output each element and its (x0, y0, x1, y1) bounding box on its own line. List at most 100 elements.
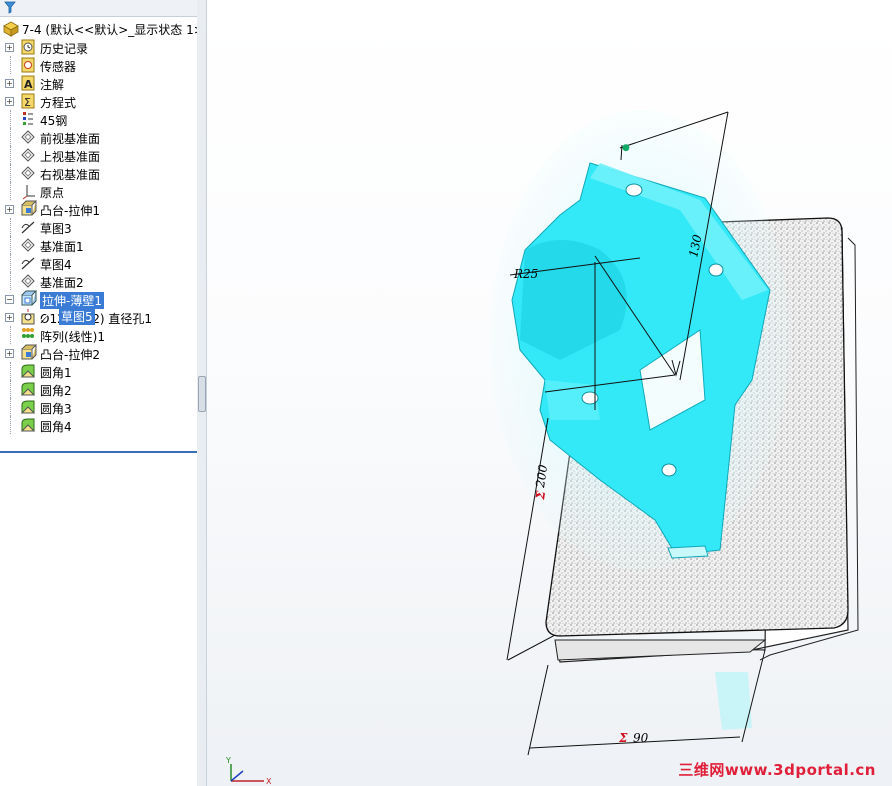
part-root-node[interactable]: 7-4 (默认<<默认>_显示状态 1> (2, 20, 204, 38)
tree-guide-line (10, 146, 11, 164)
tree-guide-line (10, 110, 11, 128)
tree-filter-bar (0, 0, 197, 17)
dim-r25[interactable]: R25 (513, 267, 538, 281)
tree-item[interactable]: + 凸台-拉伸1 (0, 200, 196, 218)
sketch-icon (38, 306, 56, 324)
tree-item[interactable]: 基准面1 (0, 236, 196, 254)
tree-item-label: 上视基准面 (40, 150, 101, 164)
graphics-viewport[interactable]: ● R25 130 Σ 200 Σ 90 Y X 三维网www.3dportal… (207, 0, 892, 786)
tree-item[interactable]: 前视基准面 (0, 128, 196, 146)
panel-splitter[interactable] (197, 0, 207, 786)
tree-guide-line (10, 326, 11, 344)
sketch-icon (19, 218, 37, 236)
watermark-text: 三维网www.3dportal.cn (678, 761, 876, 779)
tree-item-label: 基准面2 (40, 276, 84, 290)
plane-icon (19, 272, 37, 290)
history-icon (19, 38, 37, 56)
tree-item[interactable]: 原点 (0, 182, 196, 200)
tree-guide-line (10, 272, 11, 290)
expand-icon[interactable]: + (5, 43, 14, 52)
tree-item-label: 注解 (40, 78, 65, 92)
tree-item[interactable]: 基准面2 (0, 272, 196, 290)
tree-item-label: 前视基准面 (40, 132, 101, 146)
linear-pattern-icon (19, 326, 37, 344)
bolt-hole[interactable] (581, 391, 599, 405)
tree-guide-line (10, 398, 11, 416)
axis-x-label: X (266, 777, 272, 786)
bolt-hole[interactable] (708, 263, 724, 277)
tree-item[interactable]: 阵列(线性)1 (0, 326, 196, 344)
tree-item[interactable]: 上视基准面 (0, 146, 196, 164)
plane-icon (19, 236, 37, 254)
expand-icon[interactable]: + (5, 205, 14, 214)
tree-item-label: 右视基准面 (40, 168, 101, 182)
tree-guide-line (10, 362, 11, 380)
tree-item-label: 传感器 (40, 60, 77, 74)
tree-rollback-bar[interactable] (0, 451, 197, 453)
tree-item-label: 阵列(线性)1 (40, 330, 105, 344)
tree-item[interactable]: 圆角4 (0, 416, 196, 434)
fillet-icon (19, 362, 37, 380)
tree-item-label: 圆角2 (40, 384, 72, 398)
tree-guide-line (10, 182, 11, 200)
sensor-icon (19, 56, 37, 74)
svg-text:A: A (24, 78, 33, 91)
tree-guide-line (10, 254, 11, 272)
tree-guide-line (10, 128, 11, 146)
equation-icon: Σ (19, 92, 37, 110)
tree-guide-line (10, 416, 11, 434)
tree-item[interactable]: + 凸台-拉伸2 (0, 344, 196, 362)
tree-item-label: 45钢 (40, 114, 68, 128)
plane-icon (19, 128, 37, 146)
hole-wizard-icon (19, 308, 37, 326)
tree-item-label: 历史记录 (40, 42, 89, 56)
tree-item-label: 圆角1 (40, 366, 72, 380)
tree-item-label: 凸台-拉伸1 (40, 204, 100, 218)
tree-item-label: 原点 (40, 186, 65, 200)
expand-icon[interactable]: + (5, 313, 14, 322)
tree-item[interactable]: + A 注解 (0, 74, 196, 92)
sketch-point-icon: ● (622, 143, 630, 153)
tree-item[interactable]: 圆角2 (0, 380, 196, 398)
plane-icon (19, 146, 37, 164)
tree-child-label: 草图5 (59, 308, 95, 325)
tree-item-label: 凸台-拉伸2 (40, 348, 100, 362)
tree-item[interactable]: + 历史记录 (0, 38, 196, 56)
boss-extrude-icon (19, 200, 38, 218)
dim-90[interactable]: 90 (633, 731, 649, 745)
feature-manager-tree: 7-4 (默认<<默认>_显示状态 1> + 历史记录传感器 + A 注解 + Σ 方程式 45… (0, 0, 204, 786)
splitter-grip-icon[interactable] (198, 376, 206, 412)
annotation-icon: A (19, 74, 37, 92)
filter-icon[interactable] (4, 1, 16, 17)
axis-triad: Y X (225, 756, 272, 786)
expand-icon[interactable]: + (5, 97, 14, 106)
tree-item[interactable]: 传感器 (0, 56, 196, 74)
collapse-icon[interactable]: − (5, 295, 14, 304)
bolt-hole[interactable] (661, 463, 677, 477)
tree-item[interactable]: 45钢 (0, 110, 196, 128)
tree-item-label: 基准面1 (40, 240, 84, 254)
expand-icon[interactable]: + (5, 349, 14, 358)
tree-item-label: 方程式 (40, 96, 77, 110)
tree-item[interactable]: 圆角1 (0, 362, 196, 380)
tree-item[interactable]: 草图4 (0, 254, 196, 272)
tree-guide-line (10, 164, 11, 182)
tree-item[interactable]: 草图3 (0, 218, 196, 236)
dim-90-sigma: Σ (618, 731, 628, 745)
expand-icon[interactable]: + (5, 79, 14, 88)
fillet-icon (19, 416, 37, 434)
tree-item[interactable]: 右视基准面 (0, 164, 196, 182)
tree-guide-line (10, 236, 11, 254)
model-view[interactable]: ● R25 130 Σ 200 Σ 90 Y X (207, 0, 892, 786)
axis-y-label: Y (225, 756, 231, 765)
svg-text:Σ: Σ (24, 96, 31, 109)
tree-child-item[interactable]: 草图5 (36, 306, 196, 325)
tree-item[interactable]: + Σ 方程式 (0, 92, 196, 110)
material-icon (19, 110, 37, 128)
tree-item-label: 草图4 (40, 258, 72, 272)
fillet-icon (19, 380, 37, 398)
boss-extrude-icon (19, 344, 38, 362)
plane-icon (19, 164, 37, 182)
bolt-hole[interactable] (625, 183, 643, 197)
tree-item[interactable]: 圆角3 (0, 398, 196, 416)
